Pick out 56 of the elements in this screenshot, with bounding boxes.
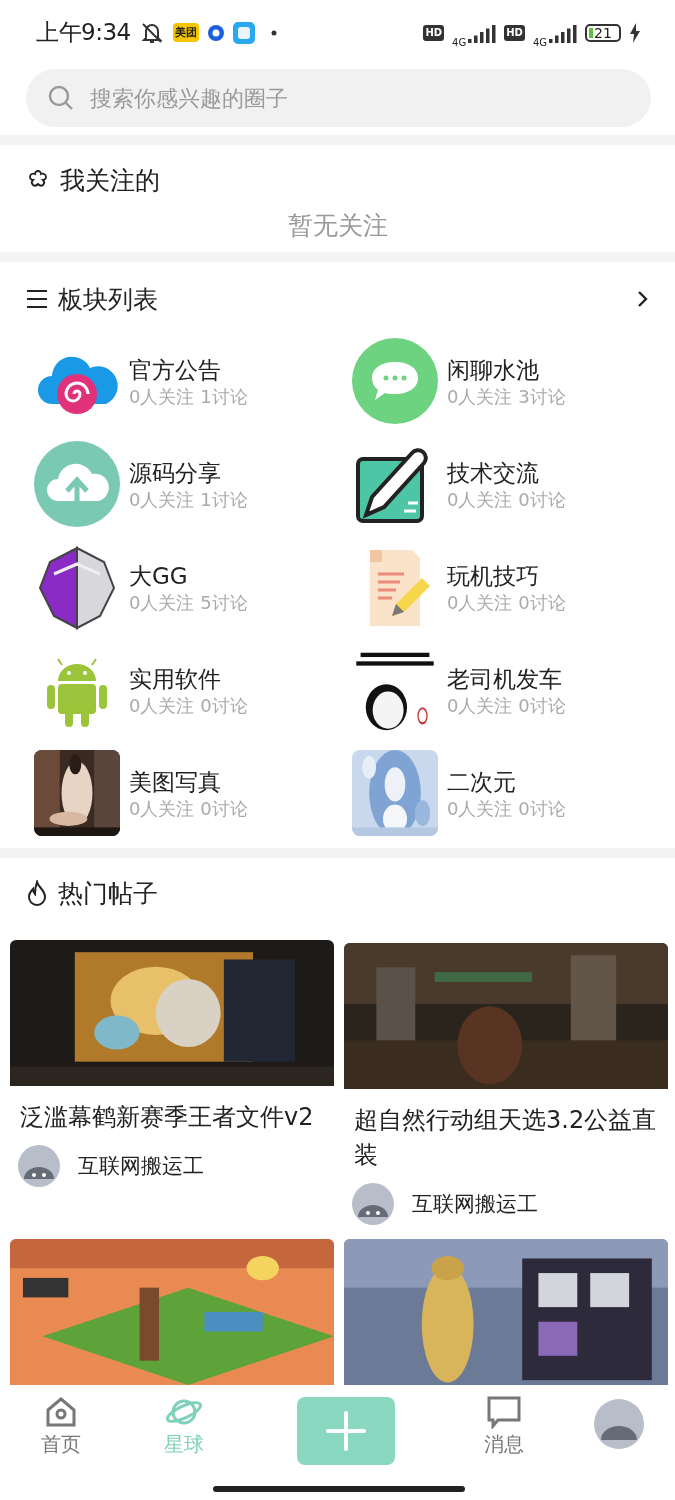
author-name: 互联网搬运工 [412,1190,538,1218]
board-stats: 0人关注 0讨论 [447,694,566,717]
empty-message: 暂无关注 [286,210,389,242]
board-name[interactable]: 玩机技巧 [447,560,566,592]
board-stats: 0人关注 1讨论 [129,385,248,408]
board-stats: 0人关注 3讨论 [447,385,566,408]
board-name[interactable]: 实用软件 [129,663,248,695]
app-icon [206,23,225,42]
message-tab[interactable]: 消息 [446,1395,562,1458]
clock-time: 上午9:34 [36,18,131,47]
board-name[interactable]: 大GG [129,560,248,592]
board-name[interactable]: 二次元 [447,766,566,798]
cloud-upload-icon [34,441,120,527]
board-name[interactable]: 源码分享 [129,457,248,489]
chevron-right-icon[interactable] [637,290,649,308]
section-title: 热门帖子 [58,877,158,910]
board-stats: 0人关注 0讨论 [129,694,248,717]
app-badge: 美团 [172,23,199,42]
avatar-icon [18,1144,60,1187]
signal-icon [468,22,497,43]
board-name[interactable]: 美图写真 [129,766,248,798]
board-name[interactable]: 闲聊水池 [447,354,566,386]
post-title[interactable]: 超自然行动组天选3.2公益直装 [344,1089,668,1173]
flame-icon [26,880,48,906]
network-label: 4G [452,37,467,48]
board-name[interactable]: 技术交流 [447,457,566,489]
avatar-icon[interactable] [593,1399,644,1449]
plus-icon [326,1411,366,1451]
board-stats: 0人关注 0讨论 [447,591,566,614]
app-icon [232,21,255,44]
section-title: 板块列表 [58,283,158,316]
board-stats: 0人关注 0讨论 [129,797,248,820]
charging-icon [629,22,641,43]
network-label: 4G [532,37,547,48]
hd-badge: HD [504,24,525,41]
menu-icon [26,289,48,309]
board-stats: 0人关注 1讨论 [129,488,248,511]
chat-bubble-icon [352,338,438,424]
home-tab[interactable]: 首页 [0,1395,122,1458]
signal-icon [549,22,577,43]
board-stats: 0人关注 5讨论 [129,591,248,614]
hd-badge: HD [423,24,445,41]
search-icon [48,85,74,111]
message-icon [486,1395,522,1429]
author-name: 互联网搬运工 [78,1152,204,1180]
post-title[interactable]: 泛滥幕鹤新赛季王者文件v2 [10,1086,334,1135]
dot-icon [270,29,277,36]
search-field[interactable]: 搜索你感兴趣的圈子 [26,69,651,127]
board-name[interactable]: 官方公告 [129,354,248,386]
board-stats: 0人关注 0讨论 [447,797,566,820]
board-stats: 0人关注 0讨论 [447,488,566,511]
avatar-icon [352,1182,394,1225]
section-title: 我关注的 [60,164,160,197]
home-icon [44,1395,78,1429]
battery-icon: 21 [585,23,621,42]
board-name[interactable]: 老司机发车 [447,663,566,695]
